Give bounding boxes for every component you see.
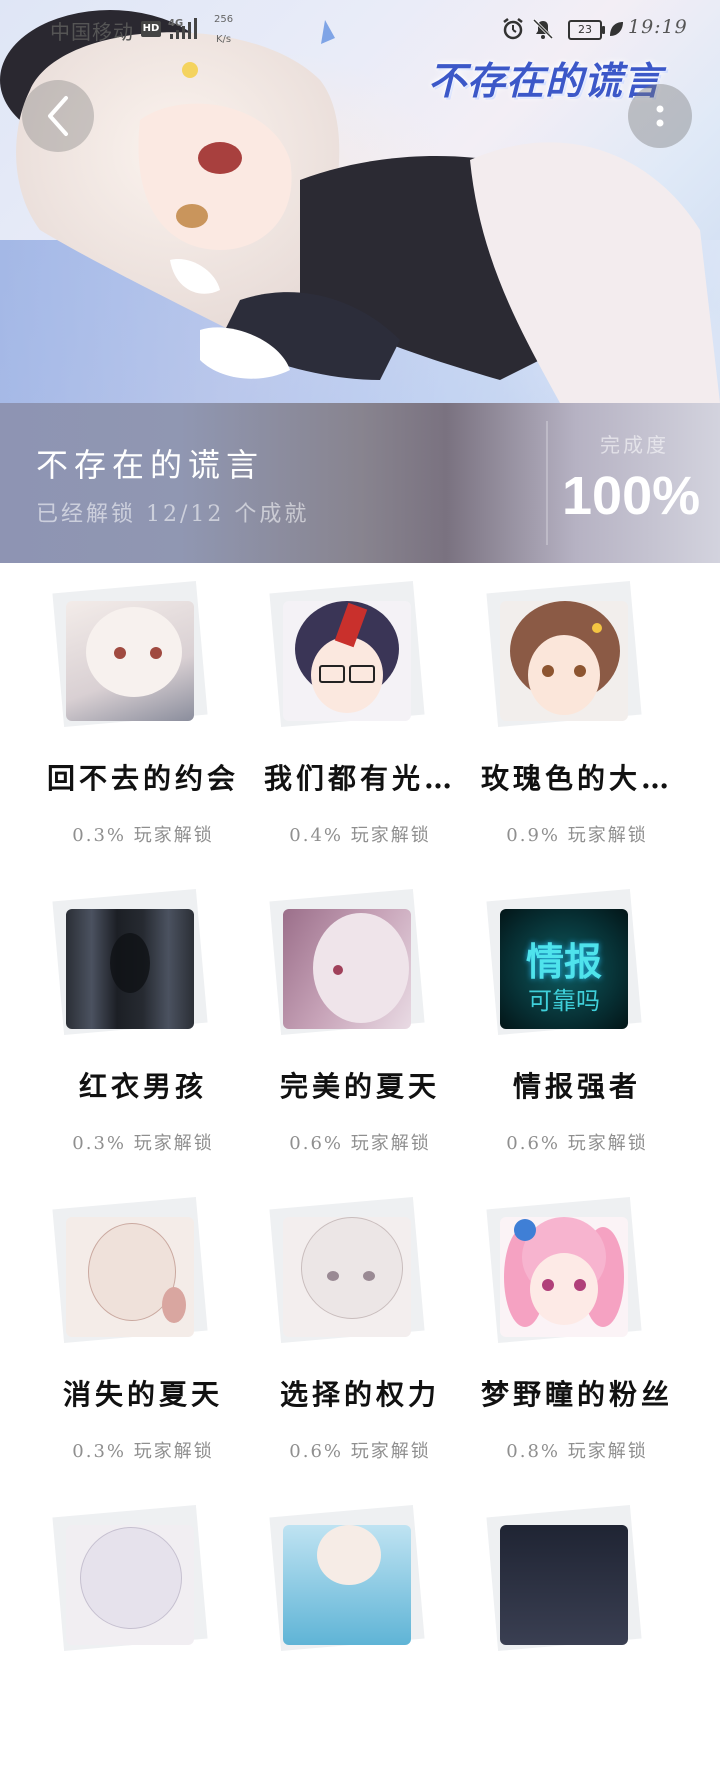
achievement-card[interactable]: 完美的夏天 0.6% 玩家解锁: [251, 871, 469, 1171]
signal-icon: [170, 18, 202, 44]
more-vertical-icon: [656, 105, 664, 127]
achievement-image: [283, 601, 411, 721]
unlock-summary: 已经解锁 12/12 个成就: [36, 502, 310, 527]
game-title: 不存在的谎言: [36, 446, 265, 484]
achievement-title: 我们都有光…: [263, 762, 456, 795]
alarm-icon: [502, 18, 524, 44]
achievement-title: 梦野瞳的粉丝: [480, 1378, 673, 1411]
achievement-card[interactable]: 我们都有光… 0.4% 玩家解锁: [251, 563, 469, 863]
achievement-image: [283, 1217, 411, 1337]
achievement-image: [66, 909, 194, 1029]
status-bar: 中国移动 HD 4G 256 K/s 23 19:19: [0, 0, 720, 58]
speed-value: 256: [214, 14, 234, 25]
achievement-card[interactable]: [251, 1487, 469, 1787]
back-arrow-icon: [48, 96, 68, 136]
divider: [546, 421, 548, 545]
achievement-image: [66, 1217, 194, 1337]
achievement-title: 完美的夏天: [279, 1070, 440, 1103]
achievement-card[interactable]: 梦野瞳的粉丝 0.8% 玩家解锁: [468, 1179, 686, 1479]
achievement-title: 消失的夏天: [62, 1378, 223, 1411]
achievement-rate: 0.3% 玩家解锁: [72, 1133, 214, 1154]
achievement-card[interactable]: 选择的权力 0.6% 玩家解锁: [251, 1179, 469, 1479]
achievement-title: 情报强者: [512, 1070, 641, 1103]
achievement-image: [66, 1525, 194, 1645]
speed-unit: K/s: [216, 34, 232, 45]
achievement-title: 玫瑰色的大…: [480, 762, 673, 795]
completion-value: 100%: [562, 466, 701, 526]
hd-badge: HD: [141, 21, 161, 37]
achievement-title: 红衣男孩: [78, 1070, 207, 1103]
achievement-card[interactable]: 情报 可靠吗 情报强者 0.6% 玩家解锁: [468, 871, 686, 1171]
more-options-button[interactable]: [628, 84, 692, 148]
achievement-image: [66, 601, 194, 721]
intel-subtitle-text: 可靠吗: [528, 987, 600, 1015]
achievement-image: [500, 601, 628, 721]
hero-banner: 不存在的谎言: [0, 0, 720, 403]
achievement-rate: 0.9% 玩家解锁: [506, 825, 648, 846]
achievement-rate: 0.6% 玩家解锁: [506, 1133, 648, 1154]
achievement-card[interactable]: 消失的夏天 0.3% 玩家解锁: [34, 1179, 252, 1479]
game-logo: 不存在的谎言: [428, 58, 663, 103]
achievement-title: 选择的权力: [279, 1378, 440, 1411]
achievement-card[interactable]: 红衣男孩 0.3% 玩家解锁: [34, 871, 252, 1171]
clock: 19:19: [628, 16, 688, 38]
achievement-rate: 0.3% 玩家解锁: [72, 1441, 214, 1462]
achievement-rate: 0.3% 玩家解锁: [72, 825, 214, 846]
achievement-rate: 0.4% 玩家解锁: [289, 825, 431, 846]
carrier-label: 中国移动: [50, 20, 134, 44]
achievement-image: [500, 1525, 628, 1645]
mute-bell-icon: [532, 18, 554, 44]
leaf-icon: [608, 20, 624, 42]
achievement-image: 情报 可靠吗: [500, 909, 628, 1029]
achievement-image: [283, 909, 411, 1029]
achievement-card[interactable]: 玫瑰色的大… 0.9% 玩家解锁: [468, 563, 686, 863]
achievement-title: 回不去的约会: [46, 762, 239, 795]
back-button[interactable]: [22, 80, 94, 152]
achievement-rate: 0.8% 玩家解锁: [506, 1441, 648, 1462]
achievement-image: [283, 1525, 411, 1645]
achievement-card[interactable]: 回不去的约会 0.3% 玩家解锁: [34, 563, 252, 863]
intel-title-text: 情报: [525, 940, 602, 984]
achievement-image: [500, 1217, 628, 1337]
game-summary-bar: 不存在的谎言 已经解锁 12/12 个成就 完成度 100%: [0, 403, 720, 563]
completion-label: 完成度: [600, 433, 669, 457]
achievement-card[interactable]: [468, 1487, 686, 1787]
achievement-rate: 0.6% 玩家解锁: [289, 1441, 431, 1462]
achievement-rate: 0.6% 玩家解锁: [289, 1133, 431, 1154]
battery-icon: 23: [568, 20, 605, 40]
achievement-card[interactable]: [34, 1487, 252, 1787]
